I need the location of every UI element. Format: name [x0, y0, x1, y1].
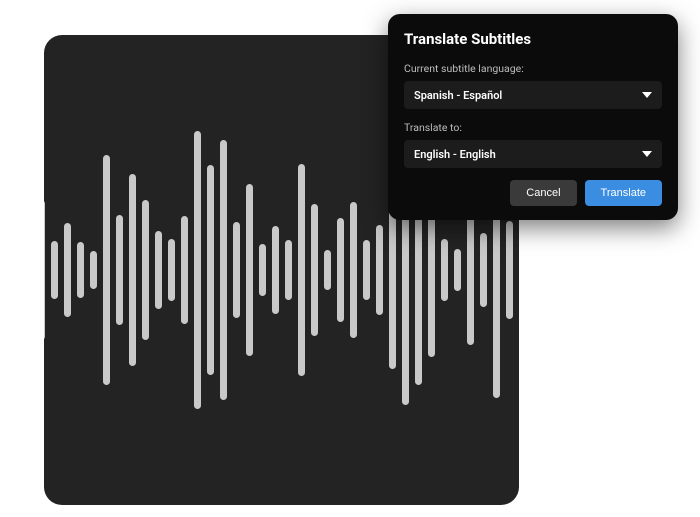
waveform-bar	[207, 165, 214, 375]
waveform-bar	[272, 226, 279, 314]
waveform-bar	[337, 218, 344, 322]
waveform-bar	[44, 200, 45, 340]
waveform-bar	[363, 240, 370, 300]
waveform-bar	[246, 184, 253, 356]
waveform-bar	[454, 249, 461, 291]
waveform-bar	[116, 215, 123, 325]
waveform-bar	[168, 239, 175, 301]
waveform-bar	[285, 240, 292, 300]
waveform-bar	[298, 164, 305, 376]
current-language-select[interactable]: Spanish - Español	[404, 81, 662, 109]
current-language-label: Current subtitle language:	[404, 62, 662, 75]
waveform-bar	[155, 231, 162, 309]
waveform-bar	[64, 223, 71, 317]
target-language-label: Translate to:	[404, 121, 662, 134]
waveform-bar	[194, 131, 201, 409]
dialog-button-row: Cancel Translate	[404, 180, 662, 206]
current-language-value: Spanish - Español	[414, 89, 502, 102]
cancel-button[interactable]: Cancel	[510, 180, 576, 206]
chevron-down-icon	[642, 90, 652, 100]
waveform-bar	[129, 174, 136, 366]
chevron-down-icon	[642, 149, 652, 159]
translate-button[interactable]: Translate	[585, 180, 662, 206]
waveform-bar	[51, 241, 58, 299]
target-language-value: English - English	[414, 148, 496, 161]
waveform-bar	[103, 155, 110, 385]
waveform-bar	[350, 202, 357, 338]
waveform-bar	[181, 216, 188, 324]
waveform-bar	[220, 140, 227, 400]
waveform-bar	[311, 204, 318, 336]
target-language-select[interactable]: English - English	[404, 140, 662, 168]
translate-subtitles-dialog: Translate Subtitles Current subtitle lan…	[388, 14, 678, 220]
waveform-bar	[142, 200, 149, 340]
waveform-bar	[77, 242, 84, 298]
waveform-bar	[506, 221, 513, 319]
waveform-bar	[90, 251, 97, 289]
waveform-bar	[233, 222, 240, 318]
waveform-bar	[259, 244, 266, 296]
waveform-bar	[480, 233, 487, 307]
waveform-bar	[376, 225, 383, 315]
waveform-bar	[324, 250, 331, 290]
dialog-title: Translate Subtitles	[404, 30, 662, 48]
waveform-bar	[441, 239, 448, 301]
